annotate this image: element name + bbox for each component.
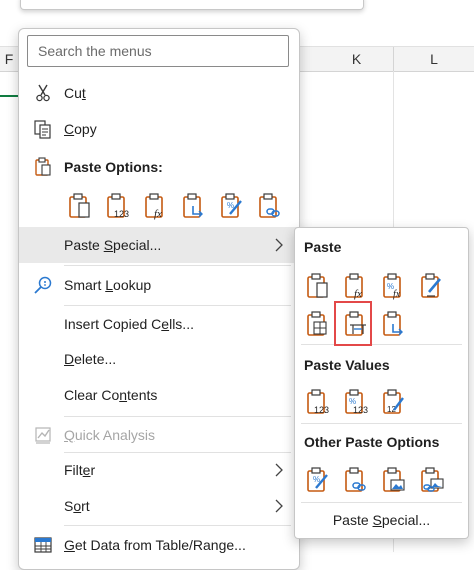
paste-transpose-icon[interactable] bbox=[381, 310, 407, 338]
separator bbox=[64, 265, 291, 266]
paste-values-number-format-icon[interactable]: % 123 bbox=[343, 388, 369, 416]
paste-options-header: Paste Options: bbox=[19, 149, 299, 185]
quick-analysis-label: Quick Analysis bbox=[64, 427, 156, 443]
table-icon bbox=[34, 537, 52, 553]
cut-label: Cut bbox=[64, 85, 86, 101]
copy-label: Copy bbox=[64, 121, 97, 137]
menu-item-insert-copied-cells[interactable]: Insert Copied Cells... bbox=[19, 306, 299, 342]
paste-link-icon[interactable] bbox=[343, 466, 369, 494]
column-header-f[interactable]: F bbox=[0, 47, 19, 71]
smart-lookup-icon bbox=[34, 276, 52, 294]
menu-item-get-data[interactable]: Get Data from Table/Range... bbox=[19, 527, 299, 563]
search-menus-box[interactable] bbox=[27, 35, 289, 67]
chevron-right-icon bbox=[275, 238, 283, 252]
menu-item-clear-contents[interactable]: Clear Contents bbox=[19, 377, 299, 413]
insert-copied-cells-label: Insert Copied Cells... bbox=[64, 316, 194, 332]
svg-text:fx: fx bbox=[354, 288, 362, 300]
paste-special-label: Paste Special... bbox=[64, 237, 162, 253]
paste-formulas-fx-icon[interactable]: fx bbox=[343, 272, 369, 300]
menu-item-cut[interactable]: Cut bbox=[19, 75, 299, 111]
svg-text:123: 123 bbox=[314, 405, 329, 415]
separator bbox=[301, 344, 462, 345]
quick-analysis-icon bbox=[35, 427, 51, 444]
separator bbox=[301, 502, 462, 503]
menu-item-paste-special[interactable]: Paste Special... bbox=[19, 227, 299, 263]
context-menu: Cut Copy Paste Options: 123 bbox=[18, 28, 300, 570]
clear-contents-label: Clear Contents bbox=[64, 387, 158, 403]
get-data-label: Get Data from Table/Range... bbox=[64, 537, 246, 553]
svg-text:123: 123 bbox=[353, 405, 368, 415]
svg-text:123: 123 bbox=[114, 209, 129, 219]
smart-lookup-label: Smart Lookup bbox=[64, 277, 152, 293]
paste-formatting-icon[interactable]: % bbox=[219, 192, 245, 220]
chevron-right-icon bbox=[275, 499, 283, 513]
paste-formulas-number-format-icon[interactable]: % fx bbox=[381, 272, 407, 300]
svg-text:fx: fx bbox=[393, 289, 401, 300]
highlight-box bbox=[334, 301, 372, 346]
paste-formulas-fx-icon[interactable]: fx bbox=[143, 192, 169, 220]
svg-text:%: % bbox=[227, 201, 234, 210]
paste-linked-picture-icon[interactable] bbox=[419, 466, 445, 494]
submenu-paste-heading: Paste bbox=[304, 239, 342, 255]
delete-label: Delete... bbox=[64, 351, 117, 367]
column-header-k[interactable]: K bbox=[320, 47, 394, 71]
paste-options-label: Paste Options: bbox=[64, 159, 163, 175]
paste-values-source-formatting-icon[interactable]: 12 bbox=[381, 388, 407, 416]
selected-cell[interactable] bbox=[0, 71, 18, 97]
paste-picture-icon[interactable] bbox=[381, 466, 407, 494]
paste-keep-source-formatting-icon[interactable] bbox=[419, 272, 445, 300]
column-header-l[interactable]: L bbox=[394, 47, 474, 71]
submenu-other-paste-heading: Other Paste Options bbox=[304, 434, 440, 450]
paste-icon[interactable] bbox=[305, 272, 331, 300]
menu-item-filter[interactable]: Filter bbox=[19, 452, 299, 488]
filter-label: Filter bbox=[64, 462, 96, 478]
separator bbox=[64, 525, 291, 526]
copy-icon bbox=[34, 120, 51, 139]
mini-toolbar bbox=[20, 0, 364, 10]
menu-item-sort[interactable]: Sort bbox=[19, 488, 299, 524]
paste-values-123-icon[interactable]: 123 bbox=[305, 388, 331, 416]
search-input[interactable] bbox=[28, 36, 288, 66]
menu-item-quick-analysis: Quick Analysis bbox=[19, 417, 299, 453]
paste-formatting-icon[interactable]: % bbox=[305, 466, 331, 494]
paste-no-borders-icon[interactable] bbox=[305, 310, 331, 338]
svg-text:%: % bbox=[313, 475, 320, 484]
menu-item-delete[interactable]: Delete... bbox=[19, 341, 299, 377]
chevron-right-icon bbox=[275, 463, 283, 477]
scissors-icon bbox=[36, 84, 50, 102]
svg-text:fx: fx bbox=[154, 208, 162, 220]
paste-values-123-icon[interactable]: 123 bbox=[105, 192, 131, 220]
menu-item-copy[interactable]: Copy bbox=[19, 111, 299, 147]
paste-special-link[interactable]: Paste Special... bbox=[295, 505, 468, 535]
paste-options-row: 123 fx % bbox=[67, 192, 297, 222]
submenu-paste-values-heading: Paste Values bbox=[304, 357, 390, 373]
menu-item-smart-lookup[interactable]: Smart Lookup bbox=[19, 267, 299, 303]
paste-link-icon[interactable] bbox=[257, 192, 283, 220]
paste-icon[interactable] bbox=[67, 192, 93, 220]
separator bbox=[301, 423, 462, 424]
paste-transpose-icon[interactable] bbox=[181, 192, 207, 220]
paste-special-submenu: Paste fx % fx Paste Values 123 % 123 12 … bbox=[294, 227, 469, 539]
sort-label: Sort bbox=[64, 498, 90, 514]
clipboard-icon bbox=[35, 157, 51, 176]
